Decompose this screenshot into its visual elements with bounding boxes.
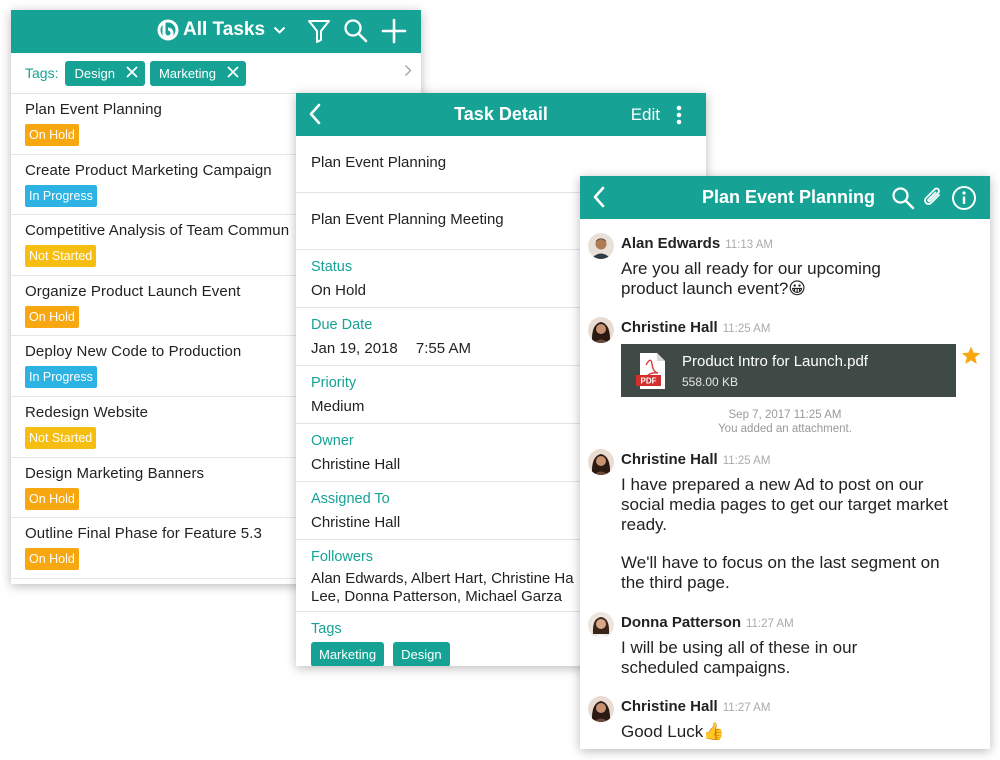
status-badge: Not Started — [25, 426, 97, 449]
attachment-name: Product Intro for Launch.pdf — [682, 353, 868, 370]
star-icon[interactable] — [961, 346, 981, 370]
chevron-down-icon — [273, 26, 286, 35]
message-text: We'll have to focus on the last segment … — [621, 553, 940, 592]
status-badge: In Progress — [25, 184, 97, 207]
status-badge: On Hold — [25, 305, 79, 328]
system-note-date: Sep 7, 2017 11:25 AM — [728, 409, 842, 421]
tag-chip-marketing[interactable]: Marketing — [311, 642, 385, 666]
avatar[interactable] — [588, 612, 614, 638]
avatar[interactable] — [588, 233, 614, 259]
message-time: 11:25 AM — [722, 323, 771, 335]
tag-filter-bar: Tags: Design Marketing — [11, 53, 421, 94]
message-text: I will be using all of these in our sche… — [621, 638, 858, 677]
pdf-file-icon: PDF — [636, 352, 668, 395]
chat-header: Plan Event Planning — [580, 176, 990, 219]
tag-chip-design[interactable]: Design — [65, 60, 145, 86]
message-author: Christine Hall — [621, 698, 718, 715]
message-author: Christine Hall — [621, 319, 718, 336]
system-note: Sep 7, 2017 11:25 AM You added an attach… — [580, 408, 990, 436]
edit-button[interactable]: Edit — [631, 105, 660, 125]
message-text: Good Luck👍 — [621, 722, 725, 741]
tags-filter-label: Tags: — [25, 65, 59, 81]
due-time-value: 7:55 AM — [415, 340, 471, 357]
status-badge: Not Started — [25, 245, 97, 268]
task-list-header: All Tasks — [11, 10, 421, 53]
message-author: Christine Hall — [621, 451, 718, 468]
info-icon[interactable] — [951, 185, 977, 216]
task-list-title: All Tasks — [183, 19, 266, 40]
message-text: Are you all ready for our upcoming produ… — [621, 259, 881, 298]
close-icon[interactable] — [126, 65, 138, 81]
more-options-icon[interactable] — [676, 105, 682, 130]
message-author: Alan Edwards — [621, 235, 721, 252]
chevron-right-icon[interactable] — [404, 64, 412, 80]
status-badge: In Progress — [25, 366, 97, 389]
chat-panel: Plan Event Planning Alan Edwards 11:13 AM… — [580, 176, 990, 749]
task-detail-header: Task Detail Edit — [296, 93, 706, 136]
message-time: 11:27 AM — [746, 618, 794, 630]
filter-icon[interactable] — [307, 18, 331, 49]
message-author: Donna Patterson — [621, 614, 742, 631]
due-date-value: Jan 19, 2018 — [311, 340, 398, 357]
attachment-size: 558.00 KB — [682, 375, 739, 389]
add-icon[interactable] — [381, 18, 407, 49]
message-text: I have prepared a new Ad to post on our … — [621, 475, 948, 534]
status-badge: On Hold — [25, 487, 79, 510]
search-icon[interactable] — [891, 186, 915, 215]
chat-title: Plan Event Planning — [702, 187, 876, 207]
app-logo-icon — [157, 19, 179, 41]
followers-value: Alan Edwards, Albert Hart, Christine Ha … — [311, 570, 574, 605]
message-time: 11:27 AM — [722, 702, 771, 714]
search-icon[interactable] — [343, 18, 369, 49]
message-time: 11:13 AM — [725, 239, 773, 251]
status-badge: On Hold — [25, 124, 79, 146]
close-icon[interactable] — [227, 65, 239, 81]
task-filter-dropdown[interactable]: All Tasks — [157, 19, 286, 41]
message-time: 11:25 AM — [722, 455, 771, 467]
status-badge: On Hold — [25, 548, 79, 571]
paperclip-icon[interactable] — [922, 186, 944, 215]
attachment-card[interactable]: PDF Product Intro for Launch.pdf 558.00 … — [621, 344, 956, 397]
svg-text:PDF: PDF — [641, 377, 657, 386]
system-note-text: You added an attachment. — [718, 423, 852, 435]
tag-chip-design[interactable]: Design — [393, 642, 450, 666]
back-icon[interactable] — [592, 186, 606, 213]
tag-chip-marketing[interactable]: Marketing — [149, 60, 247, 86]
avatar[interactable] — [588, 449, 614, 475]
avatar[interactable] — [588, 696, 614, 722]
avatar[interactable] — [588, 317, 614, 343]
